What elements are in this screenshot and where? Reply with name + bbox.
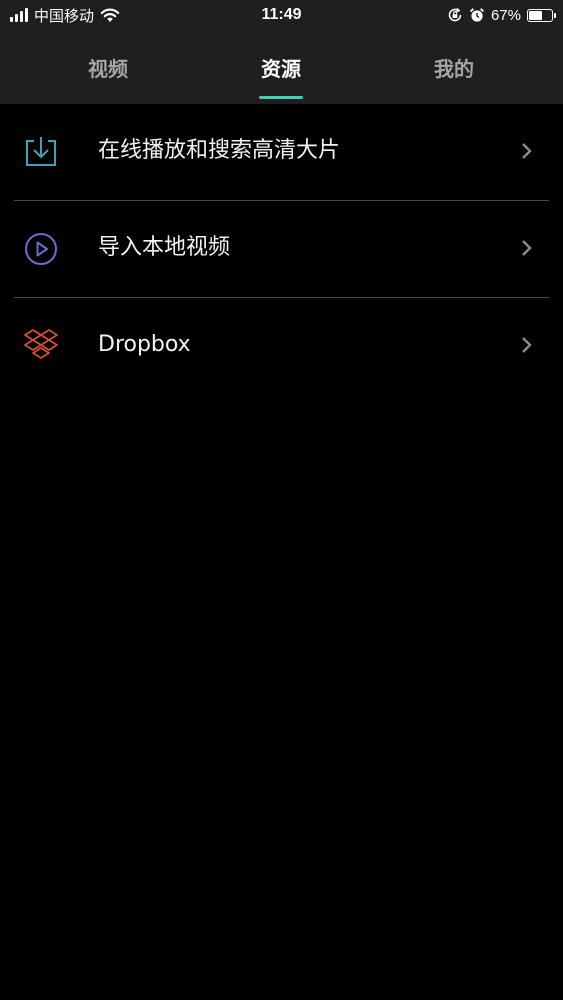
status-bar: 中国移动 11:49 67% — [0, 0, 563, 32]
screen: 中国移动 11:49 67% 视频 资源 我的 在线播放和搜索高清大片 导入本地… — [0, 0, 563, 1000]
alarm-icon — [469, 8, 485, 22]
tab-mine[interactable]: 我的 — [394, 32, 514, 104]
download-icon — [22, 133, 60, 171]
status-right: 67% — [447, 4, 556, 26]
chevron-right-icon — [522, 240, 532, 256]
play-circle-icon — [22, 230, 60, 268]
active-tab-indicator — [259, 96, 303, 99]
list-item-dropbox[interactable]: Dropbox — [0, 298, 563, 395]
orientation-lock-icon — [448, 7, 462, 22]
list-item-label: 导入本地视频 — [98, 235, 231, 260]
battery-percent: 67% — [490, 6, 521, 24]
list-item-label: 在线播放和搜索高清大片 — [98, 138, 341, 163]
tab-resources[interactable]: 资源 — [221, 32, 341, 104]
chevron-right-icon — [522, 337, 532, 353]
battery-icon — [527, 8, 556, 22]
resource-list: 在线播放和搜索高清大片 导入本地视频 Dropbox — [0, 104, 563, 395]
tab-video[interactable]: 视频 — [48, 32, 168, 104]
battery-fill — [529, 10, 542, 20]
list-item-online-play[interactable]: 在线播放和搜索高清大片 — [0, 104, 563, 201]
tab-bar: 视频 资源 我的 — [0, 32, 563, 104]
list-item-label: Dropbox — [98, 332, 191, 357]
dropbox-icon — [22, 327, 60, 365]
list-item-import-local[interactable]: 导入本地视频 — [0, 201, 563, 298]
chevron-right-icon — [522, 143, 532, 159]
